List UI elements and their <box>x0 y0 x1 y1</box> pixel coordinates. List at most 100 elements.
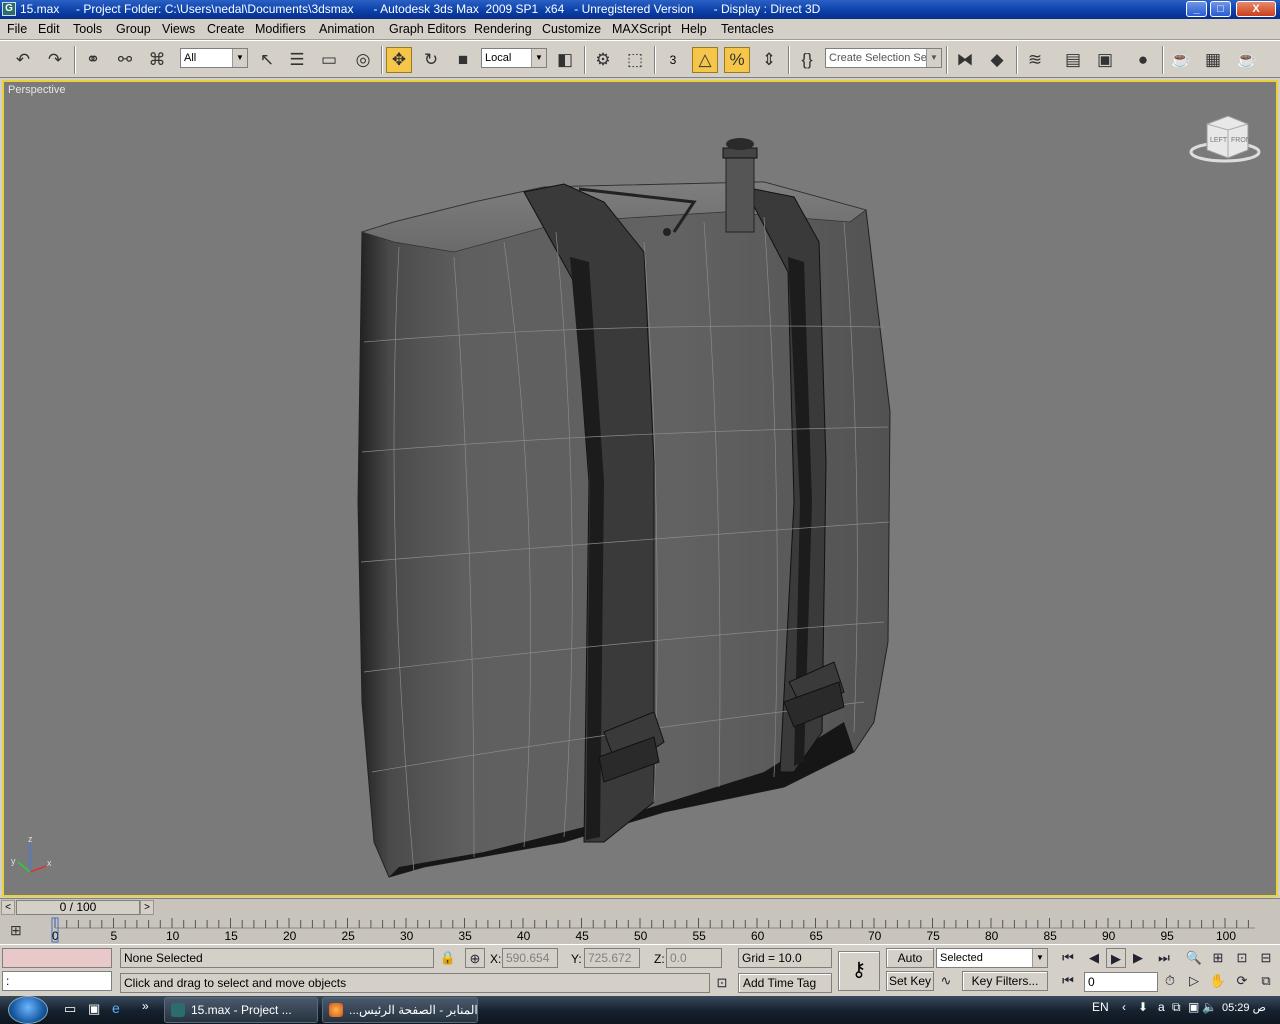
key-tangent-icon[interactable]: ∿ <box>936 971 956 991</box>
maximize-viewport-icon[interactable]: ⧉ <box>1256 971 1276 991</box>
show-desktop-icon[interactable]: ▭ <box>64 1001 76 1017</box>
minimize-button[interactable]: _ <box>1186 1 1207 17</box>
set-key-button[interactable]: Set Key <box>886 971 934 991</box>
quick-render-icon[interactable]: ☕ <box>1234 47 1260 73</box>
curve-editor-icon[interactable]: ▣ <box>1092 47 1118 73</box>
named-selection-dropdown[interactable]: Create Selection Set ▼ <box>825 48 942 68</box>
select-scale-icon[interactable]: ■ <box>450 47 476 73</box>
quicklaunch-chevron[interactable]: » <box>142 999 149 1013</box>
tray-expand-icon[interactable]: ‹ <box>1122 1000 1126 1014</box>
internet-explorer-icon[interactable]: e <box>112 1000 120 1016</box>
track-ticks[interactable]: 0 5 10 15 20 25 30 35 40 45 50 55 60 65 70 75 80 85 90 95 10… <box>0 916 1280 944</box>
go-to-start-icon[interactable]: ⏮ <box>1058 948 1078 968</box>
field-of-view-icon[interactable]: ▷ <box>1184 971 1204 991</box>
menu-modifiers[interactable]: Modifiers <box>255 22 306 36</box>
menu-tools[interactable]: Tools <box>73 22 102 36</box>
display-icon[interactable]: ▣ <box>1188 1000 1199 1014</box>
graphite-tools-icon[interactable]: ▤ <box>1060 47 1086 73</box>
rectangular-selection-icon[interactable]: ▭ <box>316 47 342 73</box>
track-bar[interactable]: ⊞ 0 5 10 15 20 25 30 35 40 45 50 55 60 65 70 75 80 85 90 95… <box>0 916 1280 944</box>
lock-selection-icon[interactable]: 🔒 <box>438 948 458 968</box>
mirror-icon[interactable]: ⧓ <box>952 47 978 73</box>
select-by-name-icon[interactable]: ☰ <box>284 47 310 73</box>
taskbar-item-firefox[interactable]: ...المنابر - الصفحة الرئيس <box>322 997 478 1023</box>
avast-icon[interactable]: a <box>1158 1000 1165 1014</box>
taskbar-item-3dsmax[interactable]: 15.max - Project ... <box>164 997 318 1023</box>
menu-tentacles[interactable]: Tentacles <box>721 22 774 36</box>
download-icon[interactable]: ⬇ <box>1138 1000 1148 1014</box>
time-configuration-icon[interactable]: ⏱ <box>1160 971 1180 991</box>
add-time-tag-button[interactable]: Add Time Tag <box>738 973 832 993</box>
percent-snap-icon[interactable]: % <box>724 47 750 73</box>
pivot-center-icon[interactable]: ◧ <box>552 47 578 73</box>
current-frame-spinner[interactable]: 0 <box>1084 972 1158 992</box>
menu-rendering[interactable]: Rendering <box>474 22 532 36</box>
material-editor-icon[interactable]: ● <box>1130 47 1156 73</box>
window-crossing-icon[interactable]: ◎ <box>350 47 376 73</box>
pan-view-icon[interactable]: ✋ <box>1208 971 1228 991</box>
z-coordinate-field[interactable]: 0.0 <box>666 948 722 968</box>
menu-file[interactable]: File <box>7 22 27 36</box>
unlink-icon[interactable]: ⚯ <box>112 47 138 73</box>
zoom-extents-icon[interactable]: ⊡ <box>1232 948 1252 968</box>
select-object-icon[interactable]: ↖ <box>254 47 280 73</box>
auto-key-button[interactable]: Auto Key <box>886 948 934 983</box>
zoom-icon[interactable]: 🔍 <box>1184 948 1204 968</box>
tank-mesh[interactable] <box>357 138 891 878</box>
key-mode-dropdown[interactable]: Selected ▼ <box>936 948 1048 968</box>
volume-icon[interactable]: 🔈 <box>1202 1000 1217 1014</box>
set-key-big-icon[interactable]: ⚷ <box>838 951 880 991</box>
menu-edit[interactable]: Edit <box>38 22 60 36</box>
scene-render[interactable]: LEFT FRONT z x y <box>4 82 1276 895</box>
y-coordinate-field[interactable]: 725.672 <box>584 948 640 968</box>
angle-snap-icon[interactable]: △ <box>692 47 718 73</box>
switch-windows-icon[interactable]: ▣ <box>88 1001 100 1017</box>
zoom-extents-all-icon[interactable]: ⊟ <box>1256 948 1276 968</box>
spinner-snap-icon[interactable]: ⇕ <box>756 47 782 73</box>
rendered-frame-window-icon[interactable]: ▦ <box>1200 47 1226 73</box>
viewcube-icon[interactable]: LEFT FRONT <box>1189 115 1261 163</box>
keyboard-shortcut-override-icon[interactable]: ⬚ <box>622 47 648 73</box>
select-move-icon[interactable]: ✥ <box>386 47 412 73</box>
maxscript-listener-pink[interactable] <box>2 948 112 968</box>
edit-named-selection-icon[interactable]: {} <box>794 47 820 73</box>
maxscript-mini-listener[interactable]: : <box>2 971 112 991</box>
layer-manager-icon[interactable]: ≋ <box>1022 47 1048 73</box>
start-button[interactable] <box>8 996 48 1024</box>
menu-group[interactable]: Group <box>116 22 151 36</box>
selection-filter-dropdown[interactable]: All ▼ <box>180 48 248 68</box>
undo-icon[interactable]: ↶ <box>10 47 36 73</box>
time-slider[interactable]: 0 / 100 <box>16 900 140 915</box>
go-to-end-icon[interactable]: ⏭ <box>1154 948 1174 968</box>
snaps-toggle-icon[interactable]: 3 <box>660 47 686 73</box>
key-filters-button[interactable]: Key Filters... <box>962 971 1048 991</box>
ref-coord-dropdown[interactable]: Local ▼ <box>481 48 547 68</box>
menu-animation[interactable]: Animation <box>319 22 375 36</box>
render-setup-icon[interactable]: ☕ <box>1168 47 1194 73</box>
clock[interactable]: 05:29 ص <box>1222 1001 1266 1014</box>
menu-customize[interactable]: Customize <box>542 22 601 36</box>
perspective-viewport[interactable]: Perspective LEFT FRONT z x y <box>2 80 1278 897</box>
menu-maxscript[interactable]: MAXScript <box>612 22 671 36</box>
link-icon[interactable]: ⚭ <box>80 47 106 73</box>
language-indicator[interactable]: EN <box>1092 1000 1109 1014</box>
menu-create[interactable]: Create <box>207 22 245 36</box>
bind-space-warp-icon[interactable]: ⌘ <box>144 47 170 73</box>
previous-frame-icon[interactable]: ◀ <box>1084 948 1104 968</box>
time-slider-prev[interactable]: < <box>1 900 15 915</box>
time-slider-next[interactable]: > <box>140 900 154 915</box>
menu-graph-editors[interactable]: Graph Editors <box>389 22 466 36</box>
network-icon[interactable]: ⧉ <box>1172 1000 1181 1015</box>
next-frame-icon[interactable]: ▶ <box>1128 948 1148 968</box>
zoom-all-icon[interactable]: ⊞ <box>1208 948 1228 968</box>
arc-rotate-icon[interactable]: ⟳ <box>1232 971 1252 991</box>
maximize-button[interactable]: □ <box>1210 1 1231 17</box>
menu-views[interactable]: Views <box>162 22 195 36</box>
close-button[interactable]: X <box>1236 1 1276 17</box>
key-mode-toggle-icon[interactable]: ⏮ <box>1058 971 1078 991</box>
x-coordinate-field[interactable]: 590.654 <box>502 948 558 968</box>
app-icon[interactable]: G <box>2 2 16 16</box>
select-rotate-icon[interactable]: ↻ <box>418 47 444 73</box>
menu-help[interactable]: Help <box>681 22 707 36</box>
play-icon[interactable]: ▶ <box>1106 948 1126 968</box>
